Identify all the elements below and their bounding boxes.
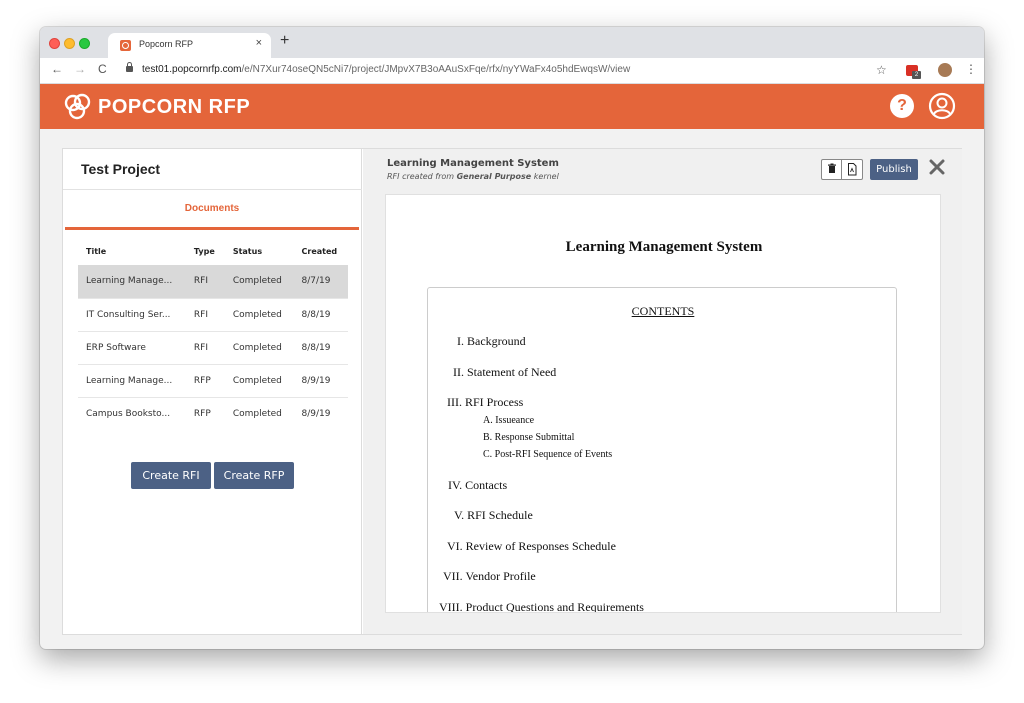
url-host: test01.popcornrfp.com <box>142 64 242 75</box>
tab-documents-label: Documents <box>184 203 240 214</box>
url-text: test01.popcornrfp.com/e/N7Xur74oseQN5cNi… <box>142 64 630 75</box>
toc-item[interactable]: II. Statement of Need <box>453 365 556 380</box>
browser-window: Popcorn RFP × + ← → C test01.popcornrfp.… <box>40 27 984 649</box>
row-created: 8/9/19 <box>293 364 348 398</box>
row-type: RFP <box>185 364 225 398</box>
profile-avatar[interactable] <box>938 63 952 77</box>
user-account-icon[interactable] <box>928 92 956 120</box>
back-arrow-icon[interactable]: ← <box>51 62 63 76</box>
column-header-created[interactable]: Created <box>294 238 349 265</box>
address-bar[interactable]: test01.popcornrfp.com/e/N7Xur74oseQN5cNi… <box>120 60 950 81</box>
kernel-name: General Purpose <box>456 172 532 181</box>
lock-icon <box>126 62 133 72</box>
browser-menu-icon[interactable]: ⋮ <box>965 62 977 76</box>
table-row[interactable]: ERP Software RFI Completed 8/8/19 <box>78 331 348 365</box>
row-status: Completed <box>224 265 294 299</box>
table-row[interactable]: Campus Booksto... RFP Completed 8/9/19 <box>78 397 348 430</box>
toc-subitem[interactable]: C. Post-RFI Sequence of Events <box>483 449 612 460</box>
row-title: IT Consulting Ser... <box>78 298 186 332</box>
row-title: Learning Manage... <box>78 364 186 398</box>
tab-title: Popcorn RFP <box>139 39 194 49</box>
document-actions <box>821 159 863 180</box>
toc-subitem[interactable]: A. Issueance <box>483 415 534 426</box>
create-rfp-button[interactable]: Create RFP <box>214 462 294 489</box>
publish-button[interactable]: Publish <box>870 159 918 180</box>
table-row[interactable]: Learning Manage... RFI Completed 8/7/19 <box>78 265 348 299</box>
row-created: 8/9/19 <box>301 408 331 419</box>
row-title: ERP Software <box>78 331 186 365</box>
table-row[interactable]: IT Consulting Ser... RFI Completed 8/8/1… <box>78 298 348 332</box>
maximize-window-button[interactable] <box>79 38 90 49</box>
contents-heading: CONTENTS <box>631 304 695 318</box>
toc-subitem[interactable]: B. Response Submittal <box>483 432 574 443</box>
toc-item[interactable]: VII. Vendor Profile <box>443 569 536 584</box>
column-header-title[interactable]: Title <box>78 238 186 265</box>
row-type: RFI <box>185 331 225 365</box>
row-title: Campus Booksto... <box>86 408 171 419</box>
column-header-type[interactable]: Type <box>186 238 225 265</box>
row-created: 8/8/19 <box>293 331 348 365</box>
url-path: /e/N7Xur74oseQN5cNi7/project/JMpvX7B3oAA… <box>241 64 631 75</box>
bookmark-star-icon[interactable]: ☆ <box>876 63 887 77</box>
row-status: Completed <box>224 364 294 398</box>
app-header: POPCORN RFP ? <box>40 84 984 129</box>
pdf-export-button[interactable] <box>842 160 862 179</box>
trash-icon <box>828 163 836 173</box>
row-type: RFP <box>193 408 211 419</box>
toc-item[interactable]: I. Background <box>457 334 526 349</box>
row-status: Completed <box>224 298 294 332</box>
toc-item[interactable]: V. RFI Schedule <box>454 508 533 523</box>
new-tab-button[interactable]: + <box>280 32 289 50</box>
row-created: 8/7/19 <box>293 265 348 299</box>
row-title: Learning Manage... <box>78 265 186 299</box>
browser-tab[interactable]: Popcorn RFP × <box>108 33 271 58</box>
browser-toolbar: ← → C test01.popcornrfp.com/e/N7Xur74ose… <box>40 58 984 84</box>
document-panel: Learning Management System RFI created f… <box>363 149 962 634</box>
toc-item[interactable]: VIII. Product Questions and Requirements <box>439 600 644 612</box>
table-row[interactable]: Learning Manage... RFP Completed 8/9/19 <box>78 364 348 398</box>
row-type: RFI <box>185 265 225 299</box>
documents-table: Title Type Status Created Learning Manag… <box>78 238 348 430</box>
table-header-row: Title Type Status Created <box>78 238 348 265</box>
pdf-icon <box>848 163 857 176</box>
toc-item[interactable]: III. RFI Process <box>447 395 523 410</box>
forward-arrow-icon[interactable]: → <box>74 62 86 76</box>
create-rfi-button[interactable]: Create RFI <box>131 462 211 489</box>
tab-strip: Popcorn RFP × + <box>40 27 984 58</box>
document-subtitle: RFI created from General Purpose kernel <box>387 172 559 181</box>
close-icon[interactable] <box>929 159 945 175</box>
close-window-button[interactable] <box>49 38 60 49</box>
table-of-contents: CONTENTS I. Background II. Statement of … <box>427 287 897 612</box>
subtitle-prefix: RFI created from <box>387 172 457 181</box>
delete-button[interactable] <box>822 160 842 179</box>
popcorn-favicon-icon <box>120 40 131 51</box>
tab-close-icon[interactable]: × <box>256 37 262 49</box>
minimize-window-button[interactable] <box>64 38 75 49</box>
row-type: RFI <box>185 298 225 332</box>
row-status: Completed <box>232 408 282 419</box>
reload-icon[interactable]: C <box>98 62 107 76</box>
row-status: Completed <box>224 331 294 365</box>
subtitle-suffix: kernel <box>531 172 559 181</box>
brand-name: POPCORN RFP <box>98 96 251 118</box>
extension-badge: 2 <box>912 71 921 79</box>
document-title: Learning Management System <box>387 158 559 169</box>
project-panel: Test Project Documents Title Type Status… <box>63 149 362 634</box>
popcorn-logo-icon[interactable] <box>62 92 94 122</box>
help-icon[interactable]: ? <box>890 94 914 118</box>
tab-documents[interactable]: Documents <box>65 190 359 230</box>
preview-title: Learning Management System <box>565 239 763 255</box>
row-created: 8/8/19 <box>293 298 348 332</box>
document-preview: Learning Management System CONTENTS I. B… <box>385 194 941 613</box>
toc-item[interactable]: VI. Review of Responses Schedule <box>447 539 616 554</box>
column-header-status[interactable]: Status <box>225 238 294 265</box>
toc-item[interactable]: IV. Contacts <box>448 478 507 493</box>
project-card: Test Project Documents Title Type Status… <box>62 148 962 635</box>
project-title: Test Project <box>81 161 161 177</box>
